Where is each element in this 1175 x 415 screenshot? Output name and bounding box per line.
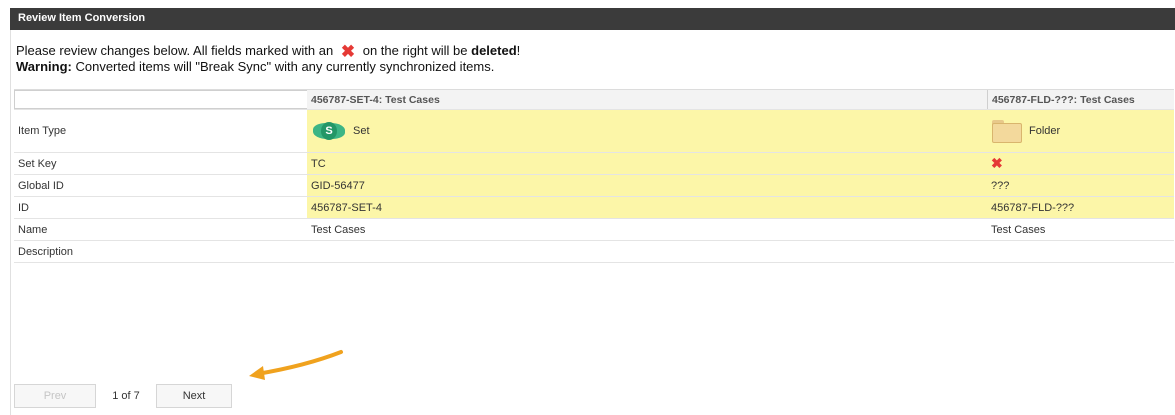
source-value: GID-56477 bbox=[307, 175, 987, 196]
deleted-emphasis: deleted bbox=[471, 43, 517, 58]
dialog-title-bar: Review Item Conversion bbox=[10, 8, 1175, 30]
table-row: Set Key TC ✖ bbox=[14, 153, 1174, 175]
annotation-arrow-icon bbox=[249, 350, 343, 380]
field-label: Set Key bbox=[18, 157, 57, 170]
warning-text: Converted items will "Break Sync" with a… bbox=[75, 59, 495, 74]
delete-x-icon: ✖ bbox=[991, 155, 1003, 171]
next-button[interactable]: Next bbox=[156, 384, 232, 408]
field-label: ID bbox=[18, 201, 29, 214]
set-icon: S bbox=[311, 122, 347, 140]
instructions-text-2: on the right will be bbox=[362, 43, 468, 58]
source-value: Test Cases bbox=[311, 223, 366, 236]
instructions-line-1: Please review changes below. All fields … bbox=[16, 43, 521, 60]
source-value bbox=[307, 241, 987, 262]
dialog-title: Review Item Conversion bbox=[18, 12, 146, 24]
header-field-column bbox=[14, 90, 307, 109]
instructions-message: Please review changes below. All fields … bbox=[16, 43, 520, 74]
field-label: Item Type bbox=[18, 125, 67, 137]
table-row: Item Type S Set Folder bbox=[14, 110, 1174, 153]
target-value: ??? bbox=[987, 175, 1174, 196]
header-target-column: 456787-FLD-???: Test Cases bbox=[987, 90, 1174, 109]
page-indicator: 1 of 7 bbox=[112, 390, 140, 402]
field-label: Global ID bbox=[18, 179, 64, 192]
target-value: Folder bbox=[987, 110, 1174, 152]
header-source-column: 456787-SET-4: Test Cases bbox=[311, 93, 440, 106]
table-header-row: 456787-SET-4: Test Cases 456787-FLD-???:… bbox=[14, 89, 1174, 110]
pagination: Prev 1 of 7 Next bbox=[14, 384, 232, 408]
table-row: Description bbox=[14, 241, 1174, 263]
warning-line: Warning: Converted items will "Break Syn… bbox=[16, 59, 520, 74]
source-value: S Set bbox=[307, 110, 987, 152]
table-row: ID 456787-SET-4 456787-FLD-??? bbox=[14, 197, 1174, 219]
table-row: Global ID GID-56477 ??? bbox=[14, 175, 1174, 197]
target-value: Test Cases bbox=[991, 223, 1046, 236]
source-value: 456787-SET-4 bbox=[307, 197, 987, 218]
target-text: Folder bbox=[1029, 125, 1061, 137]
table-row: Name Test Cases Test Cases bbox=[14, 219, 1174, 241]
prev-button[interactable]: Prev bbox=[14, 384, 96, 408]
target-value: ✖ bbox=[987, 153, 1174, 174]
target-value: 456787-FLD-??? bbox=[987, 197, 1174, 218]
source-text: Set bbox=[353, 125, 370, 137]
folder-icon bbox=[991, 119, 1023, 143]
source-value: TC bbox=[307, 153, 987, 174]
warning-label: Warning: bbox=[16, 59, 72, 74]
instructions-text: Please review changes below. All fields … bbox=[16, 43, 334, 58]
field-label: Description bbox=[18, 245, 74, 258]
target-value bbox=[987, 241, 1174, 262]
exclamation: ! bbox=[516, 43, 521, 58]
field-label: Name bbox=[18, 223, 48, 236]
